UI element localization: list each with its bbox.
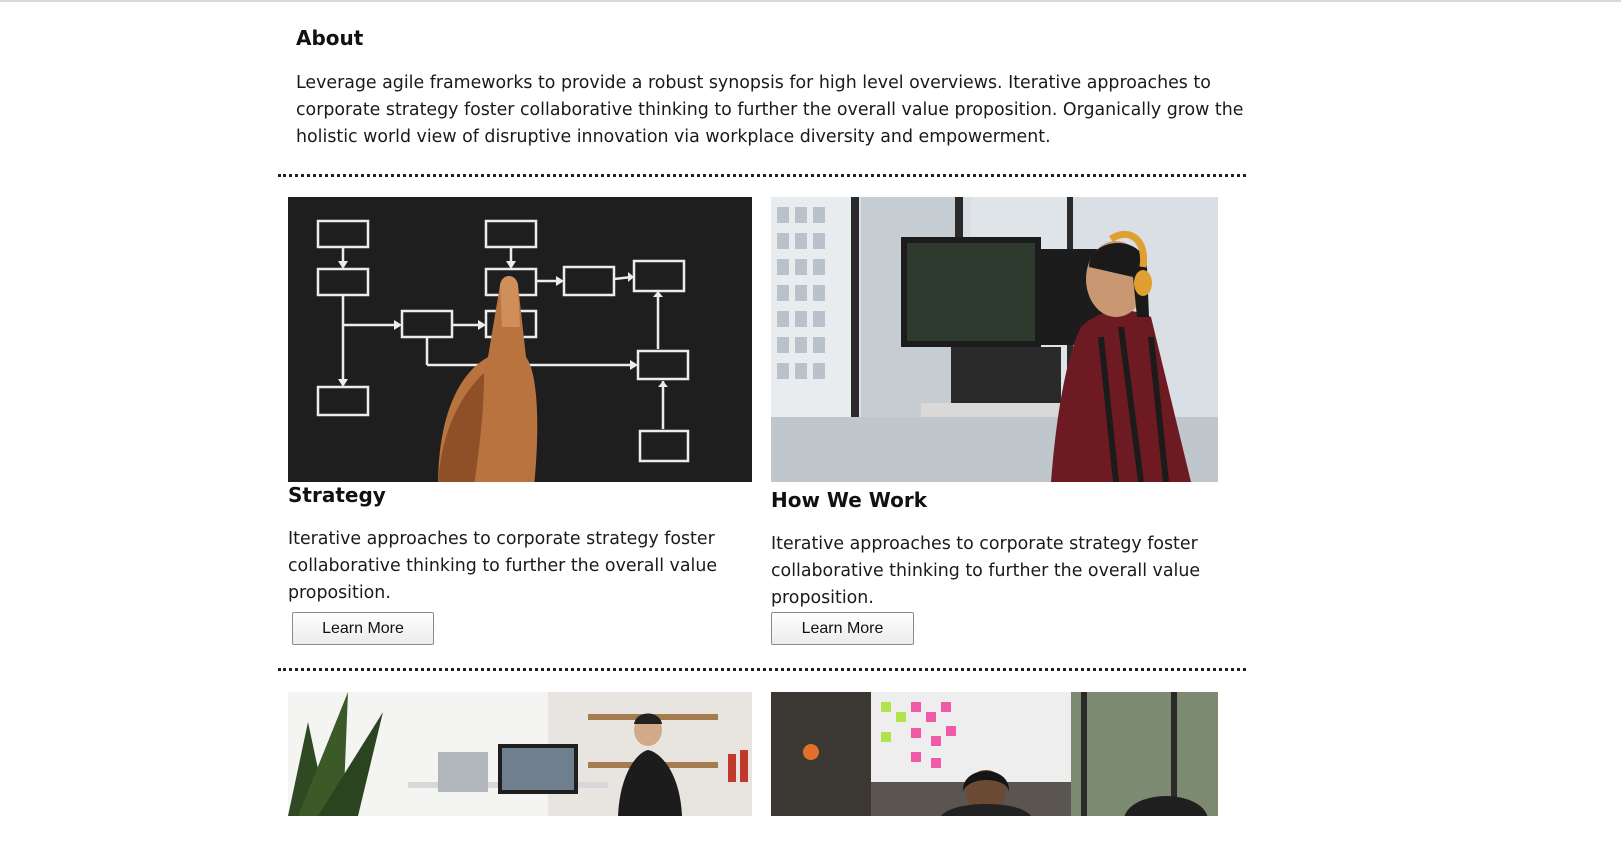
- strategy-heading: Strategy: [288, 483, 386, 507]
- strategy-learn-more-button[interactable]: Learn More: [292, 612, 434, 645]
- how-we-work-image: [771, 197, 1218, 482]
- top-border: [0, 0, 1621, 2]
- strategy-image: [288, 197, 752, 482]
- section-divider: [278, 668, 1246, 671]
- how-we-work-description: Iterative approaches to corporate strate…: [771, 534, 1201, 608]
- office-image: [288, 692, 752, 816]
- section-divider: [278, 174, 1246, 177]
- how-we-work-heading: How We Work: [771, 488, 928, 512]
- strategy-description: Iterative approaches to corporate strate…: [288, 529, 718, 603]
- meeting-image: [771, 692, 1218, 816]
- about-paragraph: Leverage agile frameworks to provide a r…: [296, 73, 1244, 147]
- about-heading: About: [296, 26, 364, 50]
- how-we-work-learn-more-button[interactable]: Learn More: [771, 612, 914, 645]
